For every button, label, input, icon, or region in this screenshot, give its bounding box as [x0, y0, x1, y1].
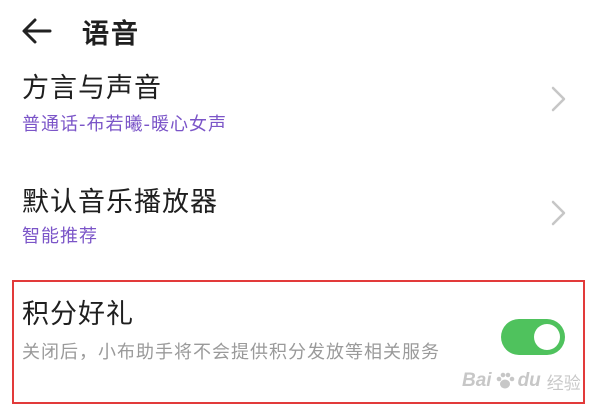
row-title: 默认音乐播放器 — [22, 187, 218, 218]
back-arrow-icon[interactable] — [20, 14, 54, 48]
row-title: 方言与声音 — [22, 73, 162, 104]
points-rewards-toggle[interactable] — [501, 319, 565, 355]
dialect-voice-row[interactable]: 方言与声音 普通话-布若曦-暖心女声 — [0, 62, 602, 152]
baidu-watermark: Bai du 经验 — [462, 366, 592, 396]
toggle-knob — [534, 324, 560, 350]
points-rewards-title: 积分好礼 — [22, 299, 134, 330]
watermark-brand-tail: du — [517, 370, 541, 391]
page-title: 语音 — [82, 19, 140, 50]
points-rewards-description: 关闭后，小布助手将不会提供积分发放等相关服务 — [22, 342, 440, 363]
top-bar: 语音 — [0, 0, 602, 62]
watermark-suffix: 经验 — [546, 373, 581, 394]
watermark-brand: Bai — [462, 370, 492, 391]
default-music-player-row[interactable]: 默认音乐播放器 智能推荐 — [0, 170, 602, 260]
paw-icon — [496, 372, 514, 389]
row-subtitle: 普通话-布若曦-暖心女声 — [22, 114, 227, 135]
row-subtitle: 智能推荐 — [22, 226, 98, 247]
chevron-right-icon — [551, 86, 566, 112]
chevron-right-icon — [551, 200, 566, 226]
